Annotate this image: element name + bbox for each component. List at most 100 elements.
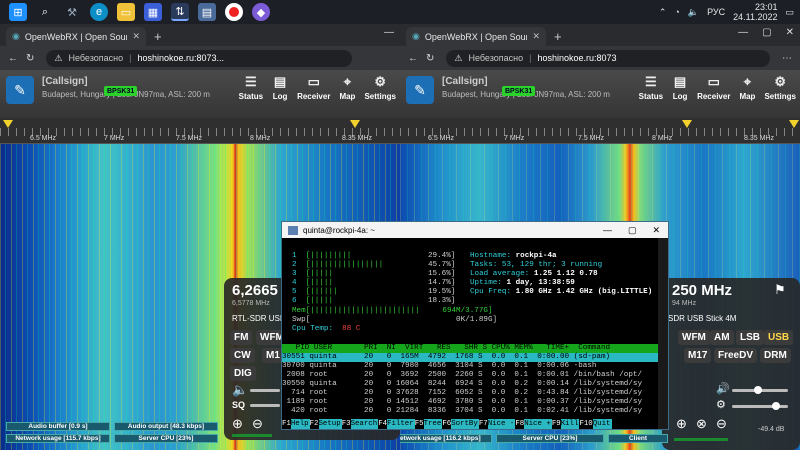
reload-icon[interactable]: ↻: [426, 53, 434, 64]
sdr-device[interactable]: SDR USB Stick 4M: [668, 314, 736, 323]
setup-key[interactable]: Setup: [318, 419, 342, 429]
language-indicator[interactable]: РУС: [707, 7, 725, 17]
mode-usb-button[interactable]: USB: [764, 330, 794, 345]
zoom-out-icon[interactable]: ⊖: [252, 416, 263, 432]
mode-dig-button[interactable]: DIG: [230, 366, 256, 381]
volume-icon[interactable]: 🔈: [232, 382, 248, 398]
status-button[interactable]: ☰ Status: [639, 74, 663, 101]
table-row[interactable]: 2008 root 20 0 3692 2500 2260 S 0.0 0.1 …: [282, 371, 658, 380]
zoom-out-icon[interactable]: ⊖: [716, 416, 727, 432]
receiver-button[interactable]: ▭ Receiver: [697, 74, 730, 101]
bpsk31-badge[interactable]: BPSK31: [502, 86, 536, 96]
maximize-icon[interactable]: ▢: [628, 225, 637, 236]
speaker-icon[interactable]: 🔊: [716, 382, 730, 395]
back-icon[interactable]: ←: [8, 53, 18, 64]
reload-icon[interactable]: ↻: [26, 53, 34, 64]
frequency-scale[interactable]: 6.5 MHz 7 MHz 7.5 MHz 8 MHz 8.35 MHz: [0, 118, 400, 144]
mode-m17-button[interactable]: M17: [684, 348, 712, 363]
tab-openwebrx[interactable]: ◉ OpenWebRX | Open Source SDR ✕: [6, 27, 146, 46]
mode-freedv-button[interactable]: FreeDV: [714, 348, 758, 363]
tab-openwebrx[interactable]: ◉ OpenWebRX | Open Source SDR ✕: [406, 27, 546, 46]
minimize-icon[interactable]: —: [603, 225, 612, 236]
nice-plus-key[interactable]: Nice +: [524, 419, 552, 429]
mode-cw-button[interactable]: CW: [230, 348, 255, 363]
filter-key[interactable]: Filter: [387, 419, 415, 429]
log-button[interactable]: ▤ Log: [671, 74, 689, 101]
tree-key[interactable]: Tree: [423, 419, 443, 429]
wifi-icon[interactable]: ◔: [674, 7, 679, 17]
record-icon[interactable]: [225, 3, 243, 21]
store-icon[interactable]: ▦: [144, 3, 162, 21]
frequency-scale[interactable]: 6.5 MHz 7 MHz 7.5 MHz 8 MHz 8.35 MHz: [400, 118, 800, 144]
kill-key[interactable]: Kill: [560, 419, 580, 429]
url-field[interactable]: ⚠ Небезопасно | hoshinokoe.ru:8073: [446, 49, 770, 67]
bpsk31-badge[interactable]: BPSK31: [104, 86, 138, 96]
files-icon[interactable]: ▭: [117, 3, 135, 21]
clock[interactable]: 23:01 24.11.2022: [733, 2, 777, 22]
bookmark-icon[interactable]: ⚑: [774, 282, 786, 298]
minimize-icon[interactable]: —: [738, 27, 748, 38]
back-icon[interactable]: ←: [408, 53, 418, 64]
table-row[interactable]: 714 root 20 0 37628 7152 6052 S 0.0 0.2 …: [282, 389, 658, 398]
settings-button[interactable]: ⚙ Settings: [764, 74, 796, 101]
new-tab-button[interactable]: +: [154, 29, 162, 44]
settings-button[interactable]: ⚙ Settings: [364, 74, 396, 101]
sortby-key[interactable]: SortBy: [451, 419, 479, 429]
url-field[interactable]: ⚠ Небезопасно | hoshinokoe.ru:8073...: [46, 49, 352, 67]
log-button[interactable]: ▤ Log: [271, 74, 289, 101]
chevron-up-icon[interactable]: ⌃: [659, 7, 667, 18]
help-key[interactable]: Help: [290, 419, 310, 429]
openwebrx-logo-icon[interactable]: ✎: [406, 76, 434, 104]
windows-icon[interactable]: ⊞: [9, 3, 27, 21]
volume-icon[interactable]: 🔈: [688, 7, 699, 18]
squelch-icon[interactable]: ⚙: [716, 398, 726, 411]
table-row[interactable]: 30700 quinta 20 0 7980 4656 3104 S 0.0 0…: [282, 362, 658, 371]
zoom-in-icon[interactable]: ⊕: [676, 416, 687, 432]
close-tab-icon[interactable]: ✕: [132, 31, 140, 42]
htop-view[interactable]: 1 [||||||||| 2 [|||||||||||||||| 3 [||||…: [282, 238, 658, 429]
table-row[interactable]: 30551 quinta 20 0 165M 4792 1768 S 0.0 0…: [282, 353, 658, 362]
nice-minus-key[interactable]: Nice -: [487, 419, 516, 429]
terminal-titlebar[interactable]: quinta@rockpi-4a: ~ — ▢ ✕: [282, 222, 668, 238]
close-tab-icon[interactable]: ✕: [532, 31, 540, 42]
network-usage-status: Network usage [115.7 kbps]: [6, 434, 110, 443]
network-icon[interactable]: ⇅: [171, 3, 189, 21]
minimize-icon[interactable]: —: [384, 27, 394, 38]
new-tab-button[interactable]: +: [554, 29, 562, 44]
mode-lsb-button[interactable]: LSB: [736, 330, 764, 345]
volume-knob[interactable]: [754, 386, 762, 394]
tools-icon[interactable]: ⚒: [63, 3, 81, 21]
app-icon[interactable]: ◆: [252, 3, 270, 21]
table-row[interactable]: 1189 root 20 0 14512 4692 3780 S 0.0 0.1…: [282, 398, 658, 407]
zoom-in-icon[interactable]: ⊕: [232, 416, 243, 432]
maximize-icon[interactable]: ▢: [762, 27, 771, 38]
status-button[interactable]: ☰ Status: [239, 74, 263, 101]
mode-am-button[interactable]: AM: [710, 330, 734, 345]
search-icon[interactable]: ⌕: [36, 3, 54, 21]
table-row[interactable]: 30550 quinta 20 0 16064 8244 6924 S 0.0 …: [282, 380, 658, 389]
menu-icon[interactable]: ⋯: [782, 53, 792, 64]
process-table-header[interactable]: PID USER PRI NI VIRT RES SHR S CPU% MEM%…: [282, 344, 658, 353]
quit-key[interactable]: Quit: [592, 419, 612, 429]
map-button[interactable]: ⌖ Map: [738, 74, 756, 101]
search-key[interactable]: Search: [350, 419, 379, 429]
close-icon[interactable]: ✕: [652, 225, 660, 236]
mode-drm-button[interactable]: DRM: [760, 348, 791, 363]
volume-slider[interactable]: [250, 389, 280, 392]
receiver-button[interactable]: ▭ Receiver: [297, 74, 330, 101]
calculator-icon[interactable]: ▤: [198, 3, 216, 21]
terminal-scrollbar[interactable]: [658, 238, 668, 429]
map-button[interactable]: ⌖ Map: [338, 74, 356, 101]
close-icon[interactable]: ✕: [786, 27, 794, 38]
table-row[interactable]: 420 root 20 0 21284 8336 3704 S 0.0 0.1 …: [282, 407, 658, 416]
mode-fm-button[interactable]: FM: [230, 330, 253, 345]
zoom-fit-icon[interactable]: ⊗: [696, 416, 707, 432]
clients-status: Client: [608, 434, 668, 443]
notification-icon[interactable]: ▭: [785, 7, 794, 18]
frequency-display[interactable]: 250 MHz: [672, 282, 732, 299]
squelch-slider[interactable]: [250, 404, 280, 407]
openwebrx-logo-icon[interactable]: ✎: [6, 76, 34, 104]
mode-wfm-button[interactable]: WFM: [678, 330, 710, 345]
edge-icon[interactable]: e: [90, 3, 108, 21]
squelch-knob[interactable]: [772, 402, 780, 410]
